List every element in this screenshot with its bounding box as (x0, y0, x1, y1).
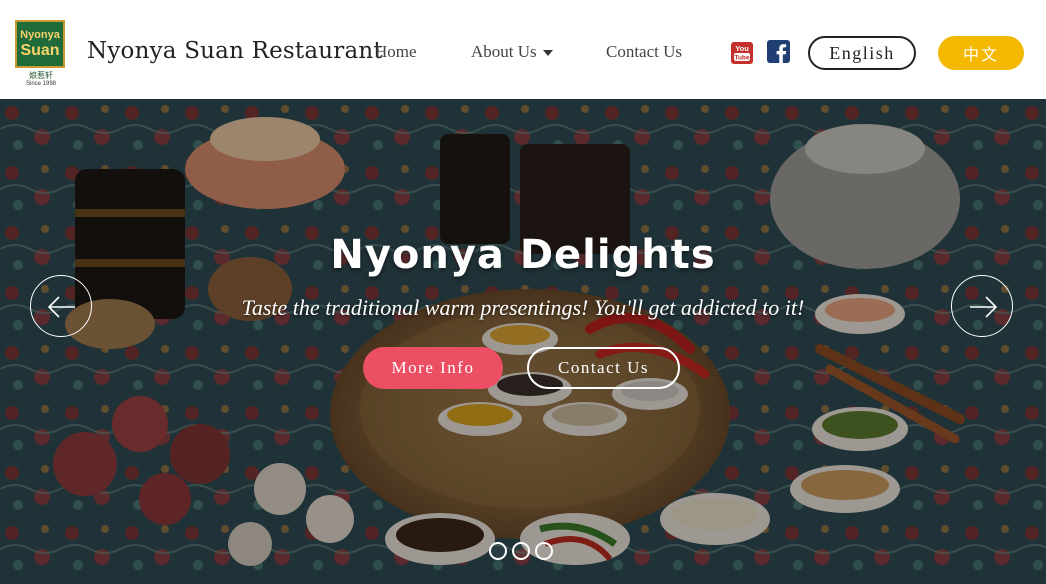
logo-line1: Nyonya (20, 28, 60, 41)
logo-emblem: Nyonya Suan (15, 20, 65, 68)
language-english-button[interactable]: English (808, 36, 916, 70)
brand-name[interactable]: Nyonya Suan Restaurant (87, 38, 383, 64)
more-info-button[interactable]: More Info (363, 347, 503, 389)
logo-since: Since 1998 (25, 81, 57, 87)
youtube-icon[interactable]: You Tube (730, 41, 754, 65)
carousel-dot-3[interactable] (535, 542, 553, 560)
nav-about-label: About Us (471, 42, 537, 61)
hero-subtitle: Taste the traditional warm presentings! … (241, 295, 805, 320)
carousel-dot-2[interactable] (512, 542, 530, 560)
caret-down-icon (542, 50, 553, 57)
language-chinese-button[interactable]: 中文 (938, 36, 1024, 70)
svg-text:You: You (735, 44, 749, 53)
nav-contact[interactable]: Contact Us (606, 42, 682, 62)
contact-us-button[interactable]: Contact Us (527, 347, 680, 389)
nav-home[interactable]: Home (375, 42, 417, 62)
facebook-icon[interactable] (767, 40, 790, 63)
hero-dark-overlay (0, 99, 1046, 584)
svg-text:Tube: Tube (734, 55, 749, 62)
carousel-prev-button[interactable] (30, 275, 92, 337)
carousel-next-button[interactable] (951, 275, 1013, 337)
arrow-right-icon (970, 296, 998, 318)
nav-about-dropdown[interactable]: About Us (471, 42, 553, 62)
hero-title: Nyonya Delights (330, 232, 716, 278)
arrow-left-icon (47, 296, 75, 318)
carousel-dot-1[interactable] (489, 542, 507, 560)
restaurant-logo[interactable]: Nyonya Suan 娘惹轩 Since 1998 (15, 20, 67, 87)
logo-chinese-name: 娘惹轩 (29, 71, 53, 80)
logo-line2: Suan (20, 41, 60, 59)
carousel-indicators (489, 542, 553, 560)
hero-carousel: Nyonya Delights Taste the traditional wa… (0, 99, 1046, 584)
site-header: Nyonya Suan 娘惹轩 Since 1998 Nyonya Suan R… (0, 0, 1046, 99)
